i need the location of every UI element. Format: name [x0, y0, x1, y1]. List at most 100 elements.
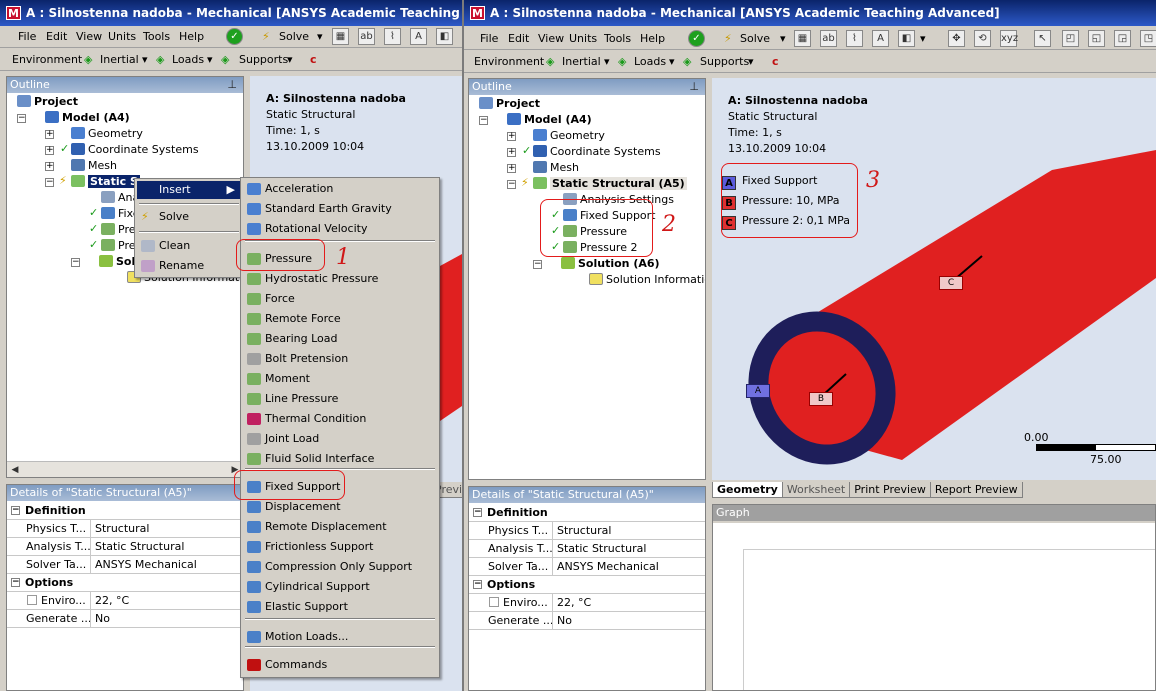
- group-definition[interactable]: − Definition: [7, 502, 243, 520]
- submenu-item-standard-earth-gravity[interactable]: Standard Earth Gravity: [243, 200, 437, 218]
- environment-button[interactable]: Environment: [12, 52, 82, 68]
- supports-dropdown[interactable]: Supports: [239, 52, 288, 68]
- submenu-item-frictionless-support[interactable]: Frictionless Support: [243, 538, 437, 556]
- annotation-icon[interactable]: A: [872, 30, 889, 47]
- collapse-definition[interactable]: −: [473, 508, 482, 517]
- supports-dropdown[interactable]: Supports: [700, 54, 749, 70]
- solve-button[interactable]: Solve: [279, 29, 309, 45]
- graph-icon[interactable]: ▦: [332, 28, 349, 45]
- tree-solution-information[interactable]: Solution Information: [589, 272, 705, 288]
- tree-mesh[interactable]: Mesh: [533, 160, 579, 176]
- select-vertex-icon[interactable]: ◰: [1062, 30, 1079, 47]
- submenu-item-bolt-pretension[interactable]: Bolt Pretension: [243, 350, 437, 368]
- expand-geometry[interactable]: +: [45, 130, 54, 139]
- expand-mesh[interactable]: +: [45, 162, 54, 171]
- menu-insert[interactable]: Insert ▶: [137, 181, 241, 199]
- menu-edit[interactable]: Edit: [46, 29, 67, 45]
- select-body-icon[interactable]: ◳: [1140, 30, 1156, 47]
- check-icon[interactable]: ✓: [226, 28, 243, 45]
- tree-static-structural[interactable]: Static S: [71, 174, 140, 190]
- select-icon[interactable]: ↖: [1034, 30, 1051, 47]
- details-row[interactable]: Enviro... 22, °C: [7, 592, 243, 610]
- submenu-item-hydrostatic-pressure[interactable]: Hydrostatic Pressure: [243, 270, 437, 288]
- menu-view[interactable]: View: [76, 29, 102, 45]
- submenu-item-displacement[interactable]: Displacement: [243, 498, 437, 516]
- title-bar[interactable]: M A : Silnostenna nadoba - Mechanical [A…: [0, 0, 462, 26]
- submenu-item-bearing-load[interactable]: Bearing Load: [243, 330, 437, 348]
- submenu-item-thermal-condition[interactable]: Thermal Condition: [243, 410, 437, 428]
- submenu-item-compression-only-support[interactable]: Compression Only Support: [243, 558, 437, 576]
- rotate-icon[interactable]: ⟲: [974, 30, 991, 47]
- solve-dropdown-icon[interactable]: ▾: [317, 29, 323, 45]
- loads-dropdown[interactable]: Loads: [634, 54, 666, 70]
- scroll-left-icon[interactable]: ◀: [9, 464, 21, 476]
- tree-coordinate-systems[interactable]: Coordinate Systems: [533, 144, 661, 160]
- details-row[interactable]: Generate ... No: [469, 612, 705, 630]
- tree-project[interactable]: Project: [479, 96, 540, 112]
- tree-geometry[interactable]: Geometry: [71, 126, 143, 142]
- group-options[interactable]: − Options: [7, 574, 243, 592]
- outline-scrollbar[interactable]: ◀ ▶: [7, 461, 243, 477]
- graph-canvas[interactable]: [713, 523, 1155, 690]
- loads-dropdown[interactable]: Loads: [172, 52, 204, 68]
- submenu-item-joint-load[interactable]: Joint Load: [243, 430, 437, 448]
- pan-icon[interactable]: ✥: [948, 30, 965, 47]
- solve-dropdown-icon[interactable]: ▾: [780, 31, 786, 47]
- tree-static-structural[interactable]: Static Structural (A5): [533, 176, 687, 192]
- solve-button[interactable]: Solve: [740, 31, 770, 47]
- expand-static[interactable]: −: [45, 178, 54, 187]
- submenu-item-rotational-velocity[interactable]: Rotational Velocity: [243, 220, 437, 238]
- parameter-checkbox[interactable]: [27, 595, 37, 605]
- menu-units[interactable]: Units: [569, 31, 597, 47]
- label-abc-icon[interactable]: ab: [820, 30, 837, 47]
- label-abc-icon[interactable]: ab: [358, 28, 375, 45]
- view-icon[interactable]: ◧: [436, 28, 453, 45]
- submenu-item-elastic-support[interactable]: Elastic Support: [243, 598, 437, 616]
- parameter-checkbox[interactable]: [489, 597, 499, 607]
- expand-solution[interactable]: −: [71, 258, 80, 267]
- graph-icon[interactable]: ▦: [794, 30, 811, 47]
- menu-tools[interactable]: Tools: [143, 29, 170, 45]
- marker-b[interactable]: B: [809, 392, 833, 406]
- menu-edit[interactable]: Edit: [508, 31, 529, 47]
- annotation-icon[interactable]: A: [410, 28, 427, 45]
- details-row[interactable]: Solver Ta... ANSYS Mechanical: [7, 556, 243, 574]
- submenu-item-acceleration[interactable]: Acceleration: [243, 180, 437, 198]
- tree-pressure-2[interactable]: Pre: [101, 238, 136, 254]
- marker-c[interactable]: C: [939, 276, 963, 290]
- menu-clean[interactable]: Clean: [137, 237, 241, 255]
- tree-solution[interactable]: Solution (A6): [561, 256, 660, 272]
- tree-model[interactable]: Model (A4): [45, 110, 130, 126]
- tree-model[interactable]: Model (A4): [507, 112, 592, 128]
- collapse-options[interactable]: −: [11, 578, 20, 587]
- commands-icon[interactable]: c: [310, 52, 317, 68]
- select-edge-icon[interactable]: ◱: [1088, 30, 1105, 47]
- inertial-dropdown[interactable]: Inertial: [100, 52, 139, 68]
- menu-file[interactable]: File: [480, 31, 498, 47]
- submenu-item-remote-force[interactable]: Remote Force: [243, 310, 437, 328]
- menu-solve[interactable]: ⚡ Solve: [137, 208, 241, 226]
- expand-geometry[interactable]: +: [507, 132, 516, 141]
- tree-coordinate-systems[interactable]: Coordinate Systems: [71, 142, 199, 158]
- details-row[interactable]: Generate ... No: [7, 610, 243, 628]
- marker-a[interactable]: A: [746, 384, 770, 398]
- menu-rename[interactable]: Rename: [137, 257, 241, 275]
- group-options[interactable]: − Options: [469, 576, 705, 594]
- menu-tools[interactable]: Tools: [604, 31, 631, 47]
- details-row[interactable]: Analysis T... Static Structural: [7, 538, 243, 556]
- select-face-icon[interactable]: ◲: [1114, 30, 1131, 47]
- submenu-item-force[interactable]: Force: [243, 290, 437, 308]
- submenu-item-moment[interactable]: Moment: [243, 370, 437, 388]
- submenu-item-remote-displacement[interactable]: Remote Displacement: [243, 518, 437, 536]
- tree-pressure[interactable]: Pre: [101, 222, 136, 238]
- pin-icon[interactable]: ⊥: [689, 79, 699, 95]
- menu-help[interactable]: Help: [640, 31, 665, 47]
- tab-print-preview[interactable]: Print Preview: [849, 482, 931, 498]
- collapse-definition[interactable]: −: [11, 506, 20, 515]
- expand-model[interactable]: −: [17, 114, 26, 123]
- inertial-dropdown[interactable]: Inertial: [562, 54, 601, 70]
- submenu-item-motion-loads[interactable]: Motion Loads...: [243, 628, 437, 646]
- details-row[interactable]: Solver Ta... ANSYS Mechanical: [469, 558, 705, 576]
- probe-icon[interactable]: ⌇: [384, 28, 401, 45]
- view-icon[interactable]: ◧: [898, 30, 915, 47]
